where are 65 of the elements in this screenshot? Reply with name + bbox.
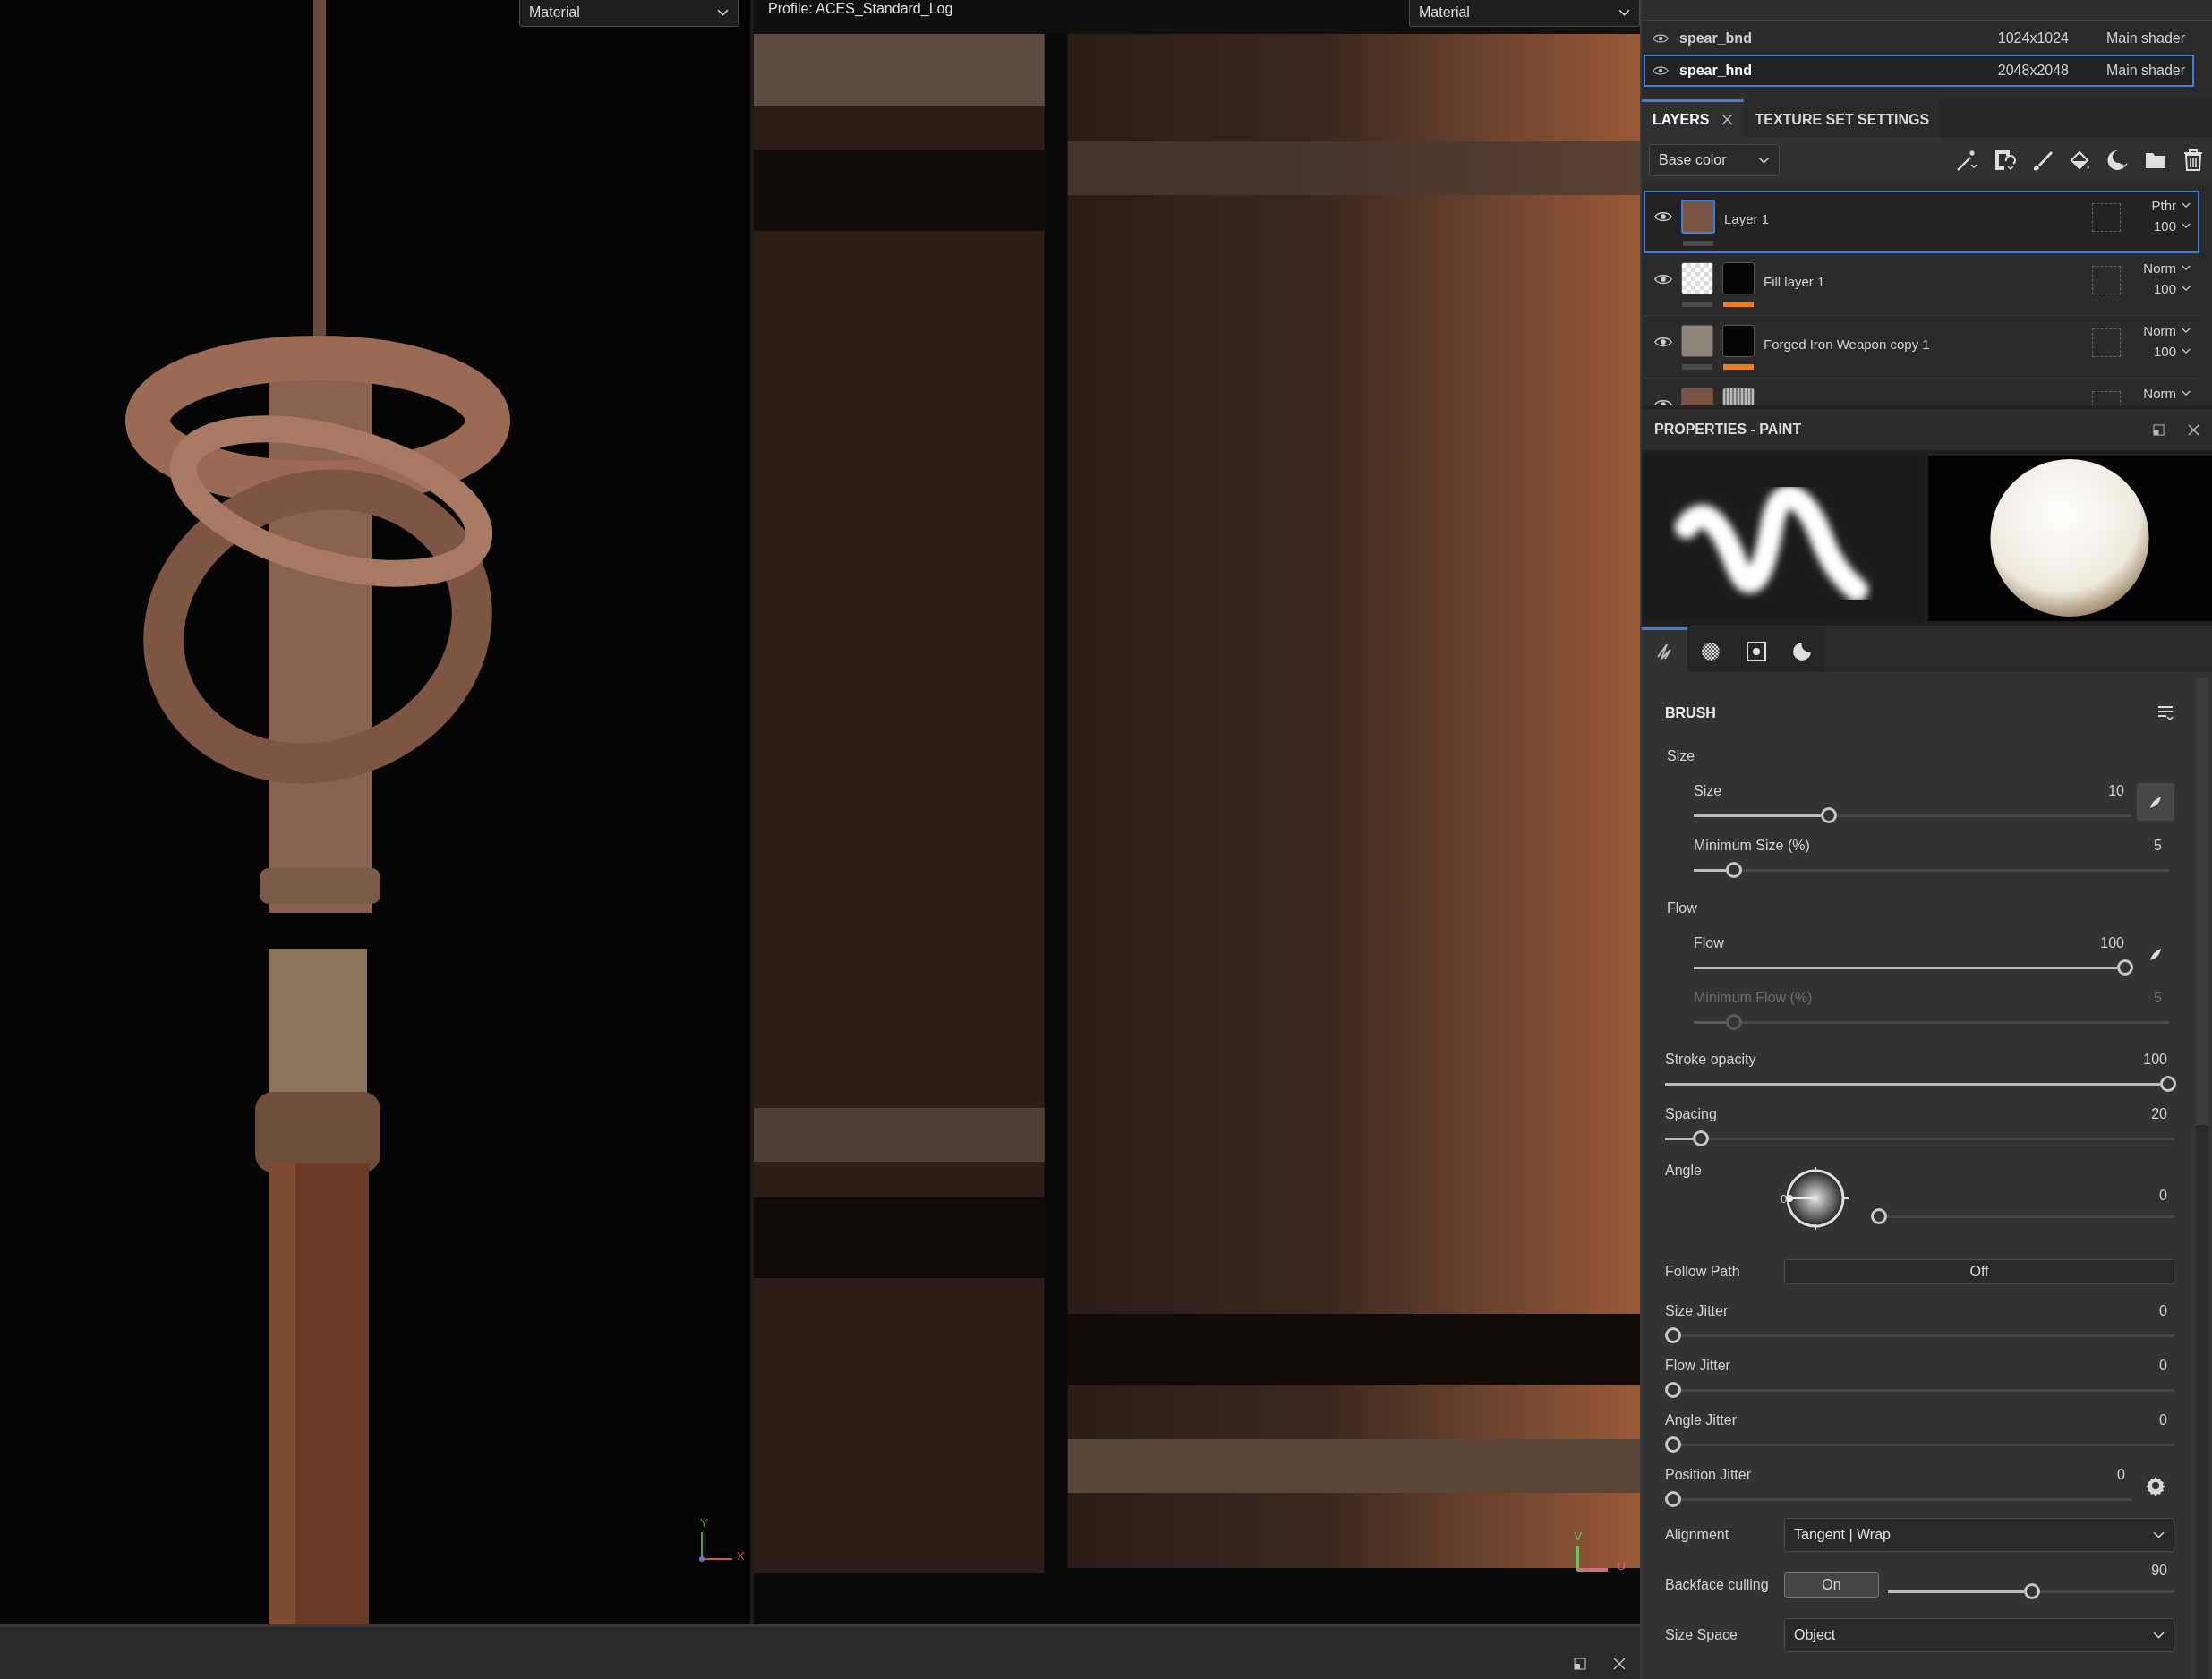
slider-label: Minimum Flow (%) <box>1694 990 1813 1006</box>
texture-set-row[interactable]: spear_hnd 2048x2048 Main shader <box>1644 55 2194 87</box>
material-dropdown[interactable]: Material <box>1409 0 1640 27</box>
toggle-button[interactable]: On <box>1784 1572 1879 1598</box>
layer-row[interactable]: Fill layer 1 Norm 100 <box>1644 253 2199 316</box>
field-label: Backface culling <box>1665 1577 1770 1593</box>
axis-label: V <box>1574 1530 1583 1543</box>
layer-row[interactable]: Layer 1 Pthr 100 <box>1644 191 2199 253</box>
slider-value[interactable]: 0 <box>2159 1188 2167 1204</box>
slider-label: Flow Jitter <box>1665 1358 1730 1374</box>
opacity-dropdown[interactable]: 100 <box>2153 218 2191 234</box>
slider-value[interactable]: 90 <box>2151 1562 2167 1579</box>
toggle-button[interactable]: Off <box>1784 1259 2174 1284</box>
texture-resolution: 1024x1024 <box>1996 30 2069 47</box>
slider-value[interactable]: 0 <box>2159 1303 2167 1319</box>
dial-label: 0 <box>1781 1191 1788 1206</box>
panel-title: PROPERTIES - PAINT <box>1654 422 1803 438</box>
blend-mode-dropdown[interactable]: Norm <box>2143 260 2191 276</box>
dropdown[interactable]: Object <box>1784 1618 2174 1652</box>
texture-set-row[interactable]: spear_bnd 1024x1024 Main shader <box>1644 22 2194 55</box>
field-label: Size Space <box>1665 1627 1738 1643</box>
panel-tab[interactable]: LAYERS <box>1642 99 1745 137</box>
slider-value[interactable]: 0 <box>2159 1358 2167 1374</box>
slider-label: Size Jitter <box>1665 1303 1729 1319</box>
axis-label: Y <box>700 1516 708 1530</box>
opacity-dropdown[interactable]: 100 <box>2153 281 2191 296</box>
slider-value[interactable]: 0 <box>2159 1412 2167 1428</box>
layer-name: Forged Iron Weapon copy 1 <box>1764 337 1931 352</box>
slider-value[interactable]: 100 <box>2100 935 2124 951</box>
shader-name: Main shader <box>2105 63 2185 79</box>
slider-label: Minimum Size (%) <box>1694 838 1810 854</box>
dropdown[interactable]: Tangent | Wrap <box>1784 1518 2174 1552</box>
layer-name: Layer 1 <box>1724 211 1771 226</box>
blend-mode-dropdown[interactable]: Norm <box>2143 323 2191 338</box>
panel-tab[interactable]: TEXTURE SET SETTINGS <box>1744 99 1941 137</box>
color-profile-label: Profile: ACES_Standard_Log <box>768 1 953 17</box>
opacity-dropdown[interactable]: 100 <box>2153 344 2191 359</box>
layer-row[interactable]: Forged Iron Weapon copy 1 Norm 100 <box>1644 316 2199 379</box>
material-dropdown[interactable]: Material <box>519 0 739 27</box>
slider-label: Size <box>1694 783 1722 799</box>
texture-set-name: spear_hnd <box>1679 63 1753 79</box>
field-label: Follow Path <box>1665 1264 1741 1280</box>
slider-label: Flow <box>1694 935 1724 951</box>
slider-value[interactable]: 20 <box>2151 1106 2167 1122</box>
slider-label: Angle Jitter <box>1665 1412 1738 1428</box>
blend-mode-dropdown[interactable]: Norm <box>2143 386 2191 401</box>
slider-value[interactable]: 5 <box>2154 838 2162 854</box>
field-label: Alignment <box>1665 1527 1730 1543</box>
section-title: BRUSH <box>1665 705 1716 721</box>
texture-resolution: 2048x2048 <box>1996 63 2069 79</box>
shader-name: Main shader <box>2105 30 2185 47</box>
group-label: Size <box>1667 748 1695 764</box>
blend-mode-dropdown[interactable]: Pthr <box>2151 198 2191 213</box>
layer-name: Fill layer 1 <box>1764 274 1826 289</box>
slider-value[interactable]: 100 <box>2143 1052 2167 1068</box>
slider-value[interactable]: 10 <box>2108 783 2124 799</box>
field-label: Angle <box>1665 1163 1703 1179</box>
group-label: Flow <box>1667 900 1697 916</box>
slider-label: Spacing <box>1665 1106 1717 1122</box>
slider-label: Stroke opacity <box>1665 1052 1756 1068</box>
texture-set-name: spear_bnd <box>1679 30 1753 47</box>
axis-label: X <box>737 1549 745 1563</box>
channel-dropdown[interactable]: Base color <box>1649 144 1780 176</box>
slider-value[interactable]: 0 <box>2117 1467 2125 1483</box>
slider-label: Position Jitter <box>1665 1467 1752 1483</box>
